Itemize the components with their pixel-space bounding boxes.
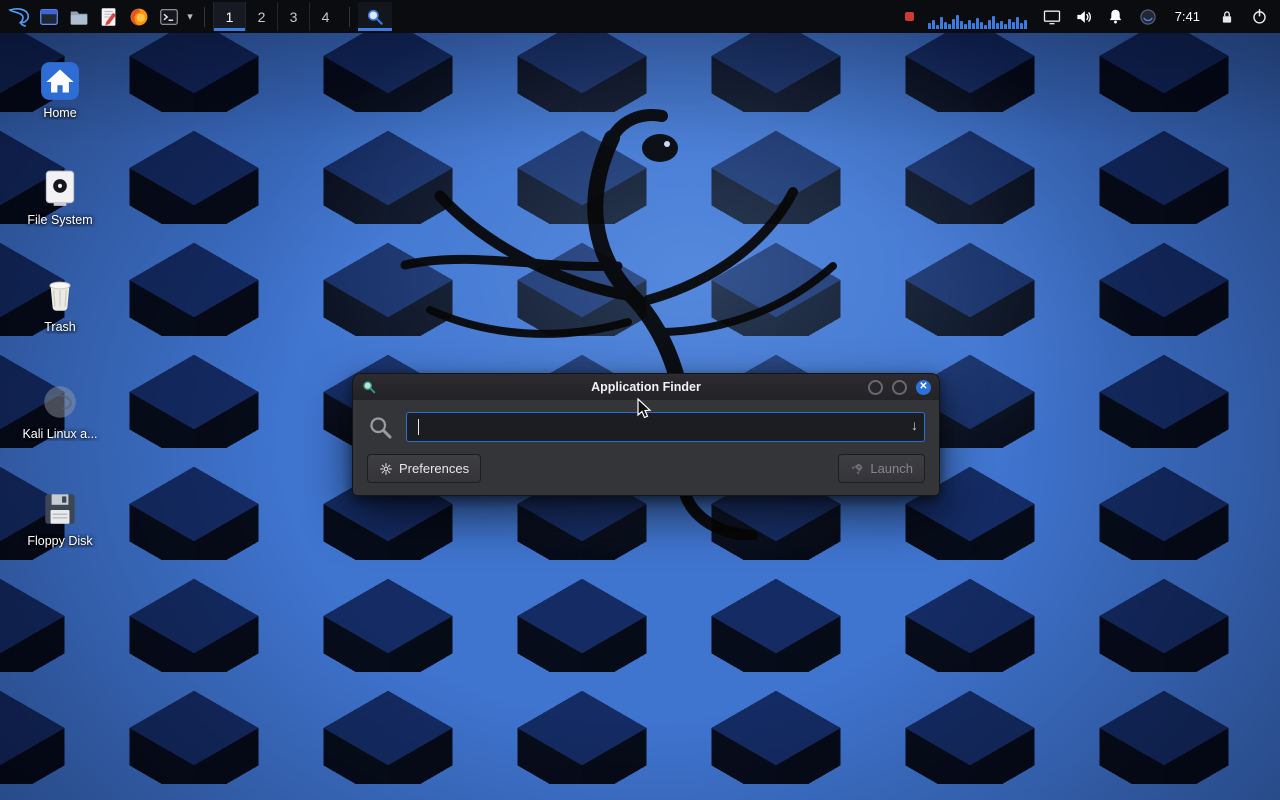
kali-menu-icon[interactable]	[4, 2, 34, 31]
panel-launchers: ▾ 1 2 3 4	[0, 0, 392, 33]
home-icon	[0, 56, 120, 102]
window-body: ↓ Preferences Launch	[353, 400, 939, 495]
display-icon[interactable]	[1037, 2, 1067, 31]
text-caret	[418, 419, 419, 435]
panel-separator-2	[349, 7, 350, 27]
panel-separator	[204, 7, 205, 27]
firefox-icon[interactable]	[124, 2, 154, 31]
status-circle-icon[interactable]	[1133, 2, 1163, 31]
window-finder-icon	[361, 379, 377, 395]
panel-tray: 7:41	[901, 0, 1280, 33]
desktop-icon-floppy-disk[interactable]: Floppy Disk	[0, 484, 120, 548]
launch-label: Launch	[870, 461, 913, 476]
trash-icon	[0, 270, 120, 316]
system-load-graph[interactable]	[928, 5, 1027, 29]
gear-icon	[379, 462, 393, 476]
close-button[interactable]: ✕	[916, 380, 931, 395]
floppy-disk-icon	[0, 484, 120, 530]
search-row: ↓	[367, 412, 925, 442]
preferences-label: Preferences	[399, 461, 469, 476]
desktop-icon-home[interactable]: Home	[0, 56, 120, 120]
minimize-button[interactable]	[868, 380, 883, 395]
top-panel: ▾ 1 2 3 4	[0, 0, 1280, 33]
workspace-button-3[interactable]: 3	[277, 2, 309, 31]
desktop-icon-label: Floppy Disk	[0, 534, 120, 548]
workspace-button-2[interactable]: 2	[245, 2, 277, 31]
lock-icon[interactable]	[1212, 2, 1242, 31]
dropdown-arrow-icon[interactable]: ↓	[911, 417, 918, 433]
desktop-icon-label: File System	[0, 213, 120, 227]
terminal-icon[interactable]	[154, 2, 184, 31]
search-icon	[367, 414, 394, 441]
app-window-icon[interactable]	[34, 2, 64, 31]
desktop-icon-kali-linux[interactable]: Kali Linux a...	[0, 377, 120, 441]
window-buttons: ✕	[868, 380, 931, 395]
workspace-button-4[interactable]: 4	[309, 2, 341, 31]
desktop-icon-label: Trash	[0, 320, 120, 334]
volume-icon[interactable]	[1069, 2, 1099, 31]
workspace-button-1[interactable]: 1	[213, 2, 245, 31]
kali-installer-icon	[0, 377, 120, 423]
clock[interactable]: 7:41	[1165, 9, 1210, 24]
launch-button[interactable]: Launch	[838, 454, 925, 483]
file-manager-icon[interactable]	[64, 2, 94, 31]
text-editor-icon[interactable]	[94, 2, 124, 31]
tray-indicator-icon[interactable]	[905, 12, 914, 21]
search-input-wrapper: ↓	[406, 412, 925, 442]
logout-power-icon[interactable]	[1244, 2, 1274, 31]
window-titlebar[interactable]: Application Finder ✕	[353, 374, 939, 400]
desktop-icon-label: Home	[0, 106, 120, 120]
launch-rocket-icon	[850, 462, 864, 476]
window-title: Application Finder	[353, 380, 939, 394]
button-row: Preferences Launch	[367, 454, 925, 483]
desktop-icon-trash[interactable]: Trash	[0, 270, 120, 334]
file-system-icon	[0, 163, 120, 209]
search-input[interactable]	[406, 412, 925, 442]
desktop-icon-file-system[interactable]: File System	[0, 163, 120, 227]
desktop-icon-label: Kali Linux a...	[0, 427, 120, 441]
taskbar-application-finder-button[interactable]	[358, 2, 392, 31]
app-finder-icon	[365, 7, 385, 27]
preferences-button[interactable]: Preferences	[367, 454, 481, 483]
application-finder-window: Application Finder ✕ ↓	[352, 373, 940, 496]
terminal-chevron-down-icon[interactable]: ▾	[184, 10, 196, 23]
notifications-bell-icon[interactable]	[1101, 2, 1131, 31]
maximize-button[interactable]	[892, 380, 907, 395]
